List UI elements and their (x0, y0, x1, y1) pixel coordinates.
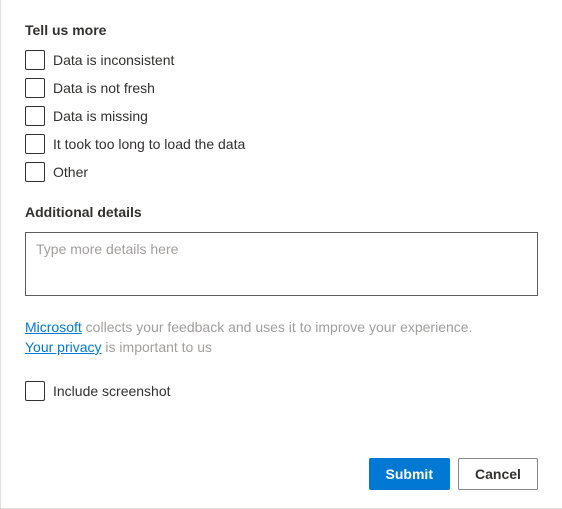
checkbox-too-long-load[interactable]: It took too long to load the data (25, 134, 538, 154)
checkbox-label: Data is missing (53, 108, 148, 124)
checkbox-label: Data is not fresh (53, 80, 155, 96)
checkbox-label: Other (53, 164, 88, 180)
additional-details-wrap (25, 232, 538, 299)
include-screenshot-label: Include screenshot (53, 383, 171, 399)
checkbox-box-icon (25, 162, 45, 182)
footer-button-row: Submit Cancel (369, 458, 538, 490)
checkbox-label: Data is inconsistent (53, 52, 174, 68)
tell-us-more-heading: Tell us more (25, 22, 538, 38)
legal-text: Microsoft collects your feedback and use… (25, 317, 538, 357)
legal-text-1: collects your feedback and uses it to im… (82, 319, 473, 335)
checkbox-box-icon (25, 134, 45, 154)
include-screenshot-checkbox[interactable]: Include screenshot (25, 381, 538, 401)
checkbox-box-icon (25, 381, 45, 401)
additional-details-textarea[interactable] (25, 232, 538, 296)
microsoft-link[interactable]: Microsoft (25, 319, 82, 335)
checkbox-other[interactable]: Other (25, 162, 538, 182)
checkbox-label: It took too long to load the data (53, 136, 245, 152)
checkbox-data-inconsistent[interactable]: Data is inconsistent (25, 50, 538, 70)
additional-details-heading: Additional details (25, 204, 538, 220)
checkbox-box-icon (25, 78, 45, 98)
checkbox-box-icon (25, 106, 45, 126)
checkbox-box-icon (25, 50, 45, 70)
checkbox-data-missing[interactable]: Data is missing (25, 106, 538, 126)
privacy-link[interactable]: Your privacy (25, 339, 102, 355)
feedback-panel: Tell us more Data is inconsistent Data i… (1, 0, 562, 401)
legal-text-2: is important to us (102, 339, 213, 355)
cancel-button[interactable]: Cancel (458, 458, 538, 490)
submit-button[interactable]: Submit (369, 458, 450, 490)
checkbox-data-not-fresh[interactable]: Data is not fresh (25, 78, 538, 98)
feedback-checkbox-group: Data is inconsistent Data is not fresh D… (25, 50, 538, 182)
